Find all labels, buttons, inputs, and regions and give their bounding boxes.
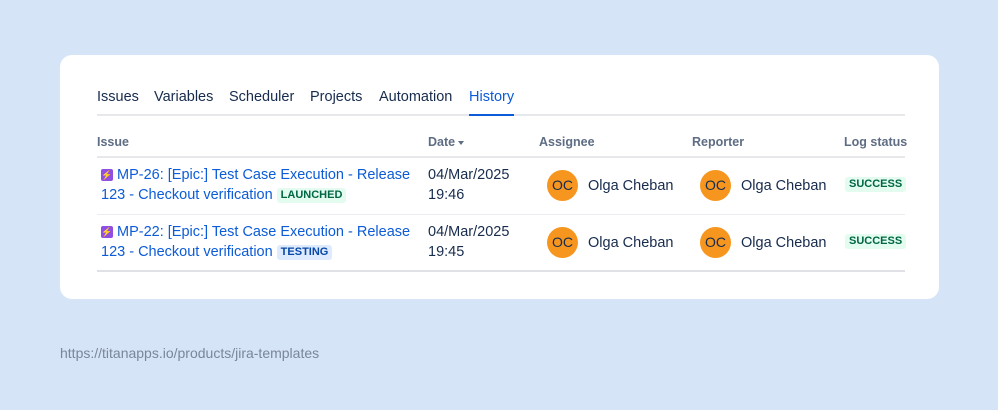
- log-status-badge: SUCCESS: [845, 177, 907, 192]
- assignee-cell: OC Olga Cheban: [547, 227, 673, 258]
- assignee-name: Olga Cheban: [588, 177, 674, 194]
- column-header-date-label: Date: [428, 135, 456, 149]
- date-cell: 04/Mar/2025 19:45: [428, 222, 509, 262]
- table-row: ⚡ MP-26: [Epic:] Test Case Execution - Re…: [97, 157, 907, 215]
- column-header-issue: Issue: [97, 135, 129, 149]
- assignee-cell: OC Olga Cheban: [547, 170, 673, 201]
- log-status-badge: SUCCESS: [845, 234, 907, 249]
- reporter-name: Olga Cheban: [741, 234, 827, 251]
- issue-title-line1: MP-22: [Epic:] Test Case Execution - Rel…: [117, 224, 411, 240]
- date-value: 04/Mar/2025: [428, 224, 510, 240]
- column-header-reporter: Reporter: [692, 135, 745, 149]
- issue-title-line2: 123 - Checkout verification: [101, 244, 273, 260]
- avatar[interactable]: OC: [700, 170, 731, 201]
- issue-cell: ⚡ MP-22: [Epic:] Test Case Execution - Re…: [101, 222, 421, 262]
- tab-automation[interactable]: Automation: [379, 89, 452, 114]
- avatar[interactable]: OC: [700, 227, 731, 258]
- sort-down-icon[interactable]: [458, 141, 465, 145]
- issue-title-line2: 123 - Checkout verification: [101, 187, 273, 203]
- reporter-cell: OC Olga Cheban: [700, 227, 826, 258]
- time-value: 19:45: [428, 244, 465, 260]
- reporter-name: Olga Cheban: [741, 177, 827, 194]
- tab-variables[interactable]: Variables: [154, 89, 213, 114]
- tab-issues[interactable]: Issues: [97, 89, 139, 114]
- issue-link[interactable]: MP-22: [Epic:] Test Case Execution - Rel…: [101, 224, 410, 260]
- tab-projects[interactable]: Projects: [310, 89, 362, 114]
- avatar[interactable]: OC: [547, 227, 578, 258]
- issue-status-badge: LAUNCHED: [276, 188, 347, 203]
- lightning-bolt-icon: ⚡: [101, 169, 113, 181]
- column-header-assignee: Assignee: [539, 135, 595, 149]
- issue-link[interactable]: MP-26: [Epic:] Test Case Execution - Rel…: [101, 167, 410, 203]
- tab-bar: Issues Variables Scheduler Projects Auto…: [97, 89, 905, 116]
- issue-cell: ⚡ MP-26: [Epic:] Test Case Execution - Re…: [101, 165, 421, 205]
- table-header: Issue Date Assignee Reporter Log status: [97, 135, 908, 158]
- tab-scheduler[interactable]: Scheduler: [229, 89, 294, 114]
- issue-title-line1: MP-26: [Epic:] Test Case Execution - Rel…: [117, 167, 411, 183]
- column-header-log-status: Log status: [844, 135, 908, 149]
- reporter-cell: OC Olga Cheban: [700, 170, 826, 201]
- column-header-date[interactable]: Date: [428, 135, 465, 149]
- issue-status-badge: TESTING: [276, 245, 333, 260]
- table-row: ⚡ MP-22: [Epic:] Test Case Execution - Re…: [97, 214, 907, 272]
- date-cell: 04/Mar/2025 19:46: [428, 165, 509, 205]
- lightning-bolt-icon: ⚡: [101, 226, 113, 238]
- date-value: 04/Mar/2025: [428, 167, 510, 183]
- avatar[interactable]: OC: [547, 170, 578, 201]
- assignee-name: Olga Cheban: [588, 234, 674, 251]
- footer-url: https://titanapps.io/products/jira-templ…: [60, 345, 320, 361]
- tab-history[interactable]: History: [469, 89, 515, 116]
- history-card: Issues Variables Scheduler Projects Auto…: [60, 55, 939, 299]
- time-value: 19:46: [428, 187, 465, 203]
